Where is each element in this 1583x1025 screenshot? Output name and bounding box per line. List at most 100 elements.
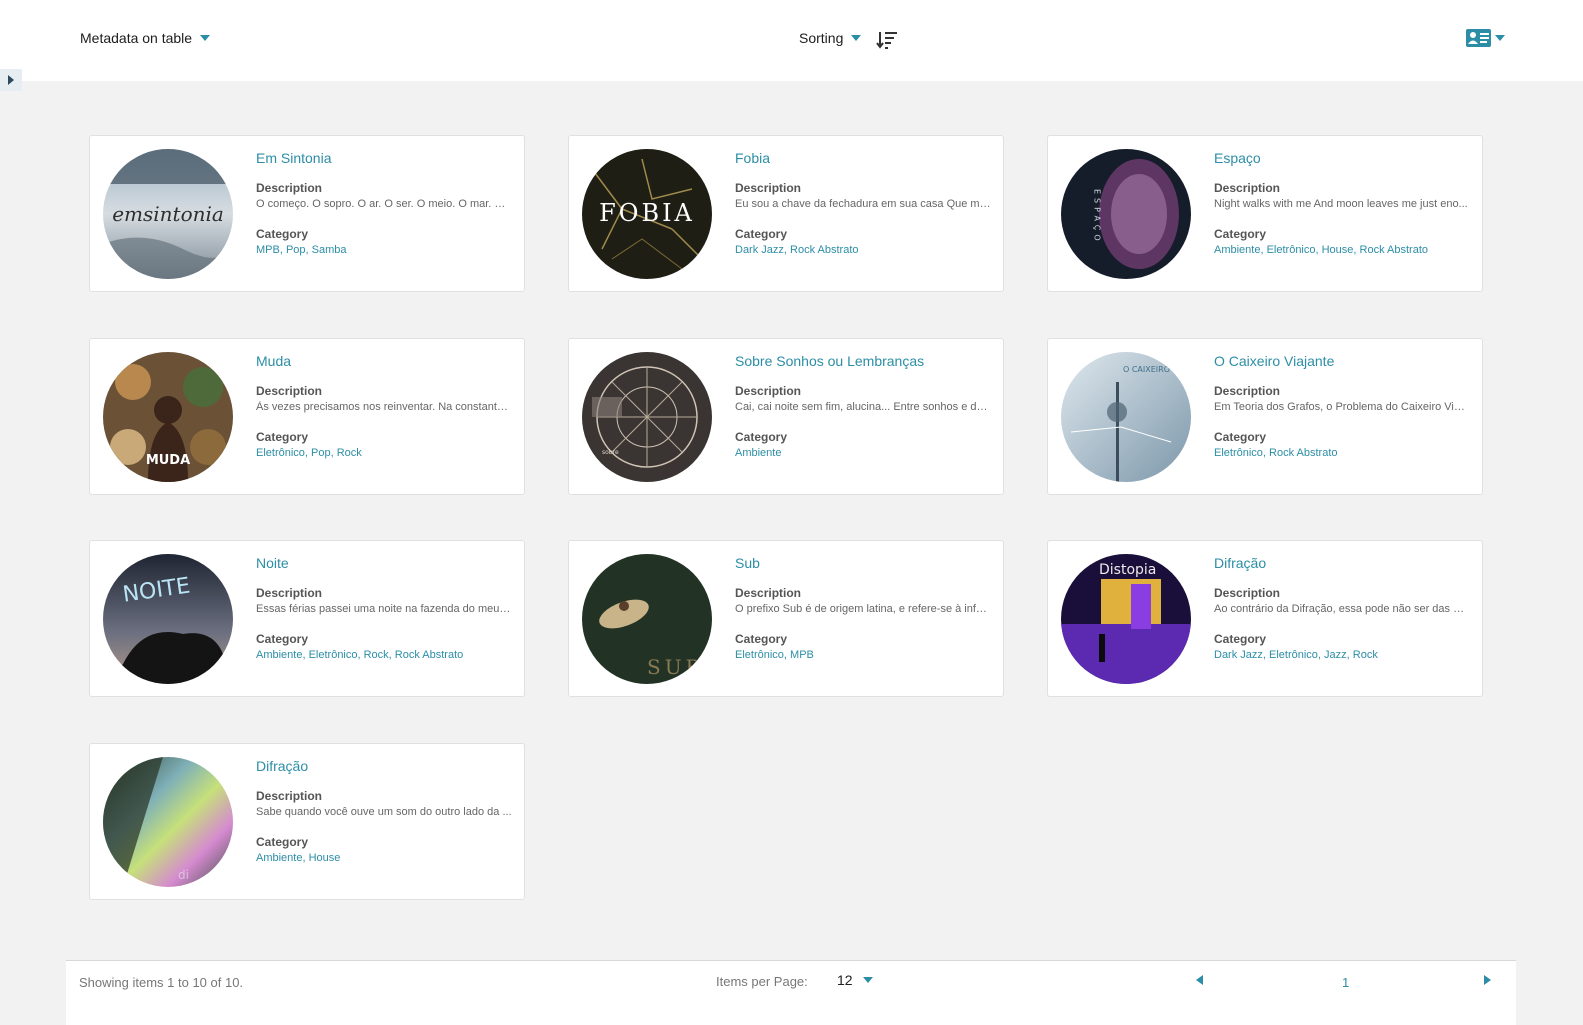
item-title[interactable]: Muda — [256, 353, 512, 369]
item-thumbnail: FOBIA — [582, 149, 712, 279]
items-per-page-select[interactable]: 12 — [837, 972, 873, 988]
item-card[interactable]: sobre Sobre Sonhos ou Lembranças Descrip… — [568, 338, 1004, 495]
chevron-down-icon — [851, 35, 862, 41]
svg-text:di: di — [178, 868, 189, 882]
item-thumbnail: SUB — [582, 554, 712, 684]
item-title[interactable]: O Caixeiro Viajante — [1214, 353, 1470, 369]
description-label: Description — [735, 181, 802, 195]
category-label: Category — [256, 227, 309, 241]
item-categories: Eletrônico, Pop, Rock — [256, 447, 362, 459]
category-label: Category — [1214, 430, 1267, 444]
item-categories: Dark Jazz, Eletrônico, Jazz, Rock — [1214, 649, 1378, 661]
metadata-dropdown[interactable]: Metadata on table — [80, 30, 211, 46]
item-title[interactable]: Sub — [735, 555, 991, 571]
pagination-bar: Showing items 1 to 10 of 10. Items per P… — [66, 960, 1516, 1025]
item-title[interactable]: Sobre Sonhos ou Lembranças — [735, 353, 991, 369]
item-thumbnail: O CAIXEIRO VIAJANTE — [1061, 352, 1191, 482]
card-view-icon — [1466, 29, 1491, 47]
category-label: Category — [256, 835, 309, 849]
item-title[interactable]: Noite — [256, 555, 512, 571]
svg-text:Distopia: Distopia — [1099, 562, 1156, 578]
chevron-down-icon — [1495, 35, 1505, 41]
description-label: Description — [735, 586, 802, 600]
item-categories: Ambiente, House — [256, 852, 341, 864]
description-label: Description — [256, 384, 323, 398]
item-thumbnail: sobre — [582, 352, 712, 482]
category-label: Category — [256, 632, 309, 646]
item-description: Cai, cai noite sem fim, alucina... Entre… — [735, 401, 991, 413]
item-card[interactable]: MUDA Muda Description Às vezes precisamo… — [89, 338, 525, 495]
description-label: Description — [256, 181, 323, 195]
chevron-down-icon — [862, 977, 873, 983]
item-categories: Ambiente — [735, 447, 782, 459]
item-description: Eu sou a chave da fechadura em sua casa … — [735, 198, 991, 210]
description-label: Description — [1214, 384, 1281, 398]
category-label: Category — [1214, 632, 1267, 646]
sorting-dropdown-label: Sorting — [799, 30, 844, 46]
items-count-text: Showing items 1 to 10 of 10. — [79, 975, 244, 990]
toolbar: Metadata on table Sorting — [0, 0, 1583, 81]
metadata-dropdown-label: Metadata on table — [80, 30, 193, 46]
previous-page-icon[interactable] — [1196, 975, 1203, 985]
item-categories: MPB, Pop, Samba — [256, 244, 347, 256]
item-thumbnail: NOITE — [103, 554, 233, 684]
item-description: O começo. O sopro. O ar. O ser. O meio. … — [256, 198, 512, 210]
item-categories: Dark Jazz, Rock Abstrato — [735, 244, 859, 256]
item-description: O prefixo Sub é de origem latina, e refe… — [735, 603, 991, 615]
description-label: Description — [1214, 181, 1281, 195]
item-thumbnail: emsintonia — [103, 149, 233, 279]
svg-text:O CAIXEIRO VIAJANTE: O CAIXEIRO VIAJANTE — [1123, 365, 1191, 374]
item-card[interactable]: O CAIXEIRO VIAJANTE O Caixeiro Viajante … — [1047, 338, 1483, 495]
item-categories: Ambiente, Eletrônico, House, Rock Abstra… — [1214, 244, 1428, 256]
item-description: Night walks with me And moon leaves me j… — [1214, 198, 1468, 210]
item-title[interactable]: Espaço — [1214, 150, 1470, 166]
item-card[interactable]: SUB Sub Description O prefixo Sub é de o… — [568, 540, 1004, 697]
svg-text:emsintonia: emsintonia — [112, 202, 224, 226]
item-description: Essas férias passei uma noite na fazenda… — [256, 603, 512, 615]
item-categories: Eletrônico, Rock Abstrato — [1214, 447, 1338, 459]
sort-order-icon[interactable] — [876, 30, 898, 50]
items-per-page-value: 12 — [837, 972, 853, 988]
category-label: Category — [735, 430, 788, 444]
item-title[interactable]: Em Sintonia — [256, 150, 512, 166]
description-label: Description — [256, 789, 323, 803]
chevron-down-icon — [200, 35, 211, 41]
category-label: Category — [256, 430, 309, 444]
view-mode-button[interactable] — [1466, 27, 1506, 49]
svg-text:sobre: sobre — [602, 449, 619, 456]
svg-text:ESPAÇO: ESPAÇO — [1093, 189, 1102, 245]
next-page-icon[interactable] — [1484, 975, 1491, 985]
item-card[interactable]: NOITE Noite Description Essas férias pas… — [89, 540, 525, 697]
item-description: Às vezes precisamos nos reinventar. Na c… — [256, 401, 512, 413]
svg-text:FOBIA: FOBIA — [599, 199, 695, 227]
item-card[interactable]: di Difração Description Sabe quando você… — [89, 743, 525, 900]
sorting-dropdown[interactable]: Sorting — [799, 30, 862, 46]
svg-text:SUB: SUB — [647, 655, 704, 679]
page-number-1[interactable]: 1 — [1342, 975, 1349, 990]
description-label: Description — [1214, 586, 1281, 600]
description-label: Description — [735, 384, 802, 398]
item-card[interactable]: ESPAÇO Espaço Description Night walks wi… — [1047, 135, 1483, 292]
item-description: Em Teoria dos Grafos, o Problema do Caix… — [1214, 401, 1470, 413]
category-label: Category — [735, 632, 788, 646]
svg-text:MUDA: MUDA — [146, 453, 190, 468]
item-description: Sabe quando você ouve um som do outro la… — [256, 806, 512, 818]
category-label: Category — [735, 227, 788, 241]
item-thumbnail: MUDA — [103, 352, 233, 482]
item-card[interactable]: FOBIA Fobia Description Eu sou a chave d… — [568, 135, 1004, 292]
category-label: Category — [1214, 227, 1267, 241]
sidebar-toggle-button[interactable] — [0, 69, 22, 91]
item-thumbnail: Distopia — [1061, 554, 1191, 684]
item-thumbnail: di — [103, 757, 233, 887]
item-card[interactable]: Distopia Difração Description Ao contrár… — [1047, 540, 1483, 697]
item-categories: Ambiente, Eletrônico, Rock, Rock Abstrat… — [256, 649, 464, 661]
item-title[interactable]: Difração — [1214, 555, 1470, 571]
description-label: Description — [256, 586, 323, 600]
item-title[interactable]: Difração — [256, 758, 512, 774]
items-per-page-label: Items per Page: — [716, 974, 808, 989]
item-thumbnail: ESPAÇO — [1061, 149, 1191, 279]
item-title[interactable]: Fobia — [735, 150, 991, 166]
item-description: Ao contrário da Difração, essa pode não … — [1214, 603, 1470, 615]
item-card[interactable]: emsintonia Em Sintonia Description O com… — [89, 135, 525, 292]
item-categories: Eletrônico, MPB — [735, 649, 814, 661]
